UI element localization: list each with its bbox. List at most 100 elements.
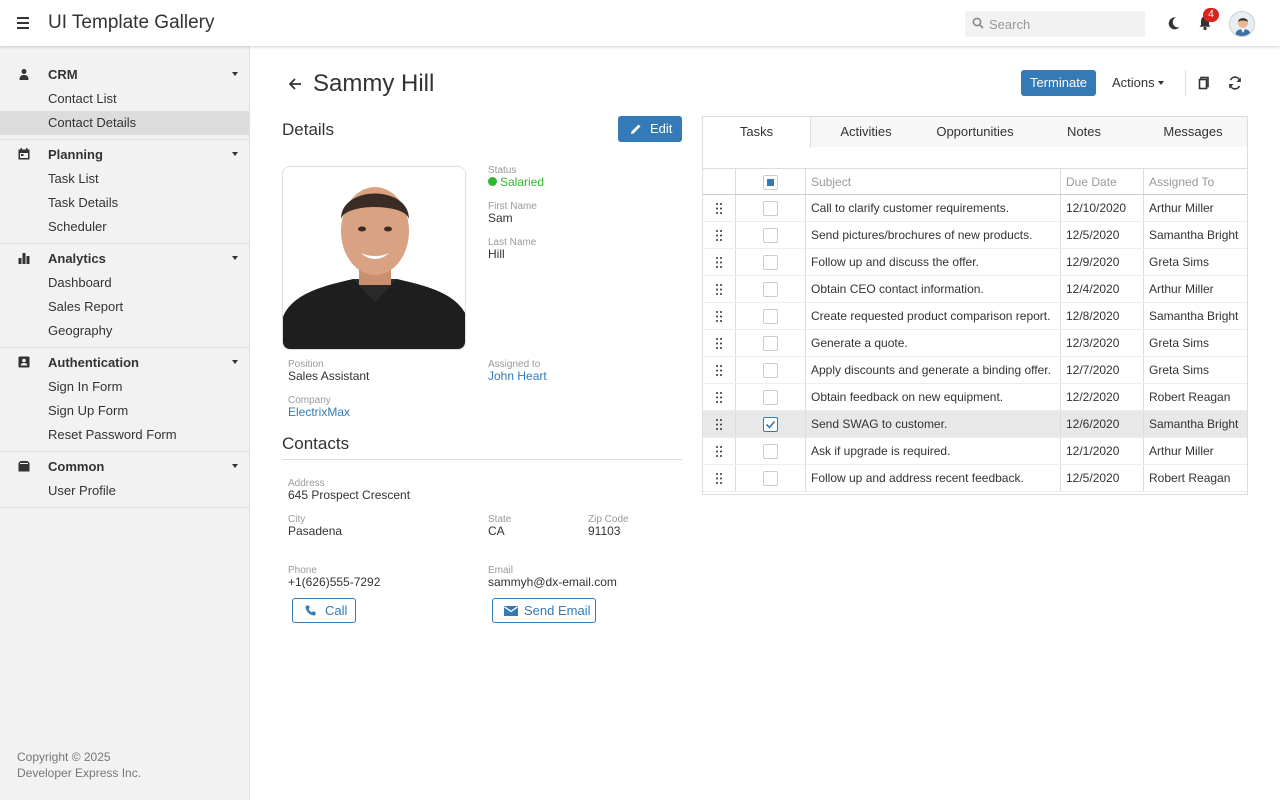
select-cell (736, 465, 806, 491)
send-email-button[interactable]: Send Email (492, 598, 596, 623)
row-checkbox[interactable] (763, 309, 778, 324)
tab-messages[interactable]: Messages (1139, 117, 1247, 147)
table-row[interactable]: Apply discounts and generate a binding o… (703, 357, 1247, 384)
nav-group-header-crm[interactable]: CRM (0, 60, 249, 87)
tab-tasks[interactable]: Tasks (703, 117, 811, 148)
sidebar-item-task-details[interactable]: Task Details (0, 191, 249, 215)
column-header-assigned-to[interactable]: Assigned To (1144, 169, 1247, 194)
folder-icon (18, 461, 30, 472)
city-field: City Pasadena (288, 515, 342, 538)
sidebar-item-sales-report[interactable]: Sales Report (0, 295, 249, 319)
drag-handle-icon[interactable] (716, 257, 722, 268)
row-checkbox[interactable] (763, 471, 778, 486)
table-row[interactable]: Create requested product comparison repo… (703, 303, 1247, 330)
drag-cell (703, 195, 736, 221)
tab-opportunities[interactable]: Opportunities (921, 117, 1029, 147)
table-row[interactable]: Generate a quote. 12/3/2020 Greta Sims (703, 330, 1247, 357)
tab-activities[interactable]: Activities (811, 117, 921, 147)
task-assigned-to: Robert Reagan (1149, 471, 1231, 485)
task-subject: Follow up and discuss the offer. (806, 249, 1061, 275)
search-box[interactable] (965, 11, 1145, 37)
company-link[interactable]: ElectrixMax (288, 406, 350, 418)
actions-dropdown-button[interactable]: Actions (1104, 70, 1176, 96)
terminate-button[interactable]: Terminate (1021, 70, 1096, 96)
table-row[interactable]: Call to clarify customer requirements. 12… (703, 195, 1247, 222)
column-header-due-date[interactable]: Due Date (1061, 169, 1144, 194)
sidebar-item-task-list[interactable]: Task List (0, 167, 249, 191)
column-header-subject[interactable]: Subject (806, 169, 1061, 194)
sidebar-item-user-profile[interactable]: User Profile (0, 479, 249, 503)
nav-group-header-planning[interactable]: Planning (0, 140, 249, 167)
task-due-date: 12/4/2020 (1061, 276, 1144, 302)
task-subject: Follow up and address recent feedback. (806, 465, 1061, 491)
menu-icon[interactable] (14, 13, 34, 33)
nav-group-common: Common User Profile (0, 452, 249, 508)
row-checkbox[interactable] (763, 201, 778, 216)
row-checkbox[interactable] (763, 390, 778, 405)
moon-icon[interactable] (1165, 14, 1183, 32)
row-checkbox[interactable] (763, 282, 778, 297)
address-value: 645 Prospect Crescent (288, 488, 411, 502)
status-value: Salaried (488, 176, 544, 188)
nav-group-header-analytics[interactable]: Analytics (0, 244, 249, 271)
sidebar-item-scheduler[interactable]: Scheduler (0, 215, 249, 239)
table-row[interactable]: Obtain CEO contact information. 12/4/2020… (703, 276, 1247, 303)
person-icon (19, 69, 29, 80)
sidebar-item-sign-up-form[interactable]: Sign Up Form (0, 399, 249, 423)
row-checkbox[interactable] (763, 417, 778, 432)
drag-handle-icon[interactable] (716, 446, 722, 457)
drag-handle-icon[interactable] (716, 473, 722, 484)
search-input[interactable] (989, 11, 1139, 37)
task-due-date: 12/2/2020 (1061, 384, 1144, 410)
table-row[interactable]: Obtain feedback on new equipment. 12/2/20… (703, 384, 1247, 411)
select-cell (736, 438, 806, 464)
table-row[interactable]: Follow up and discuss the offer. 12/9/202… (703, 249, 1247, 276)
sidebar-item-sign-in-form[interactable]: Sign In Form (0, 375, 249, 399)
table-row[interactable]: Send pictures/brochures of new products.… (703, 222, 1247, 249)
task-subject: Apply discounts and generate a binding o… (806, 357, 1061, 383)
table-row[interactable]: Send SWAG to customer. 12/6/2020 Samantha … (703, 411, 1247, 438)
sidebar-item-contact-details[interactable]: Contact Details (0, 111, 249, 135)
user-avatar[interactable] (1229, 11, 1255, 37)
table-row[interactable]: Ask if upgrade is required. 12/1/2020 Arth… (703, 438, 1247, 465)
phone-value: +1(626)555-7292 (288, 575, 381, 589)
refresh-icon[interactable] (1227, 75, 1243, 91)
drag-handle-icon[interactable] (716, 365, 722, 376)
row-checkbox[interactable] (763, 228, 778, 243)
drag-cell (703, 303, 736, 329)
nav-group-authentication: Authentication Sign In Form Sign Up Form… (0, 348, 249, 452)
drag-handle-icon[interactable] (716, 392, 722, 403)
nav-group-header-common[interactable]: Common (0, 452, 249, 479)
call-button[interactable]: Call (292, 598, 356, 623)
task-subject: Send SWAG to customer. (806, 411, 1061, 437)
select-all-checkbox[interactable] (763, 175, 778, 190)
row-checkbox[interactable] (763, 255, 778, 270)
drag-handle-icon[interactable] (716, 419, 722, 430)
nav-group-header-authentication[interactable]: Authentication (0, 348, 249, 375)
sidebar-item-dashboard[interactable]: Dashboard (0, 271, 249, 295)
row-checkbox[interactable] (763, 363, 778, 378)
select-cell (736, 303, 806, 329)
drag-handle-icon[interactable] (716, 203, 722, 214)
nav-group-label: CRM (48, 67, 78, 82)
back-arrow-icon[interactable] (287, 76, 303, 92)
task-assigned-to: Samantha Bright (1149, 417, 1239, 431)
send-email-label: Send Email (524, 603, 591, 618)
table-row[interactable]: Follow up and address recent feedback. 12… (703, 465, 1247, 492)
tab-notes[interactable]: Notes (1029, 117, 1139, 147)
sidebar-item-contact-list[interactable]: Contact List (0, 87, 249, 111)
calendar-icon (18, 148, 30, 160)
drag-handle-icon[interactable] (716, 311, 722, 322)
drag-handle-icon[interactable] (716, 338, 722, 349)
assigned-to-link[interactable]: John Heart (488, 370, 547, 382)
row-checkbox[interactable] (763, 444, 778, 459)
row-checkbox[interactable] (763, 336, 778, 351)
copy-icon[interactable] (1196, 75, 1212, 91)
copyright-line: Copyright © 2025 (17, 750, 111, 764)
sidebar-item-geography[interactable]: Geography (0, 319, 249, 343)
edit-button[interactable]: Edit (618, 116, 682, 142)
drag-handle-icon[interactable] (716, 284, 722, 295)
sidebar-item-reset-password-form[interactable]: Reset Password Form (0, 423, 249, 447)
drag-handle-icon[interactable] (716, 230, 722, 241)
task-subject: Obtain feedback on new equipment. (806, 384, 1061, 410)
